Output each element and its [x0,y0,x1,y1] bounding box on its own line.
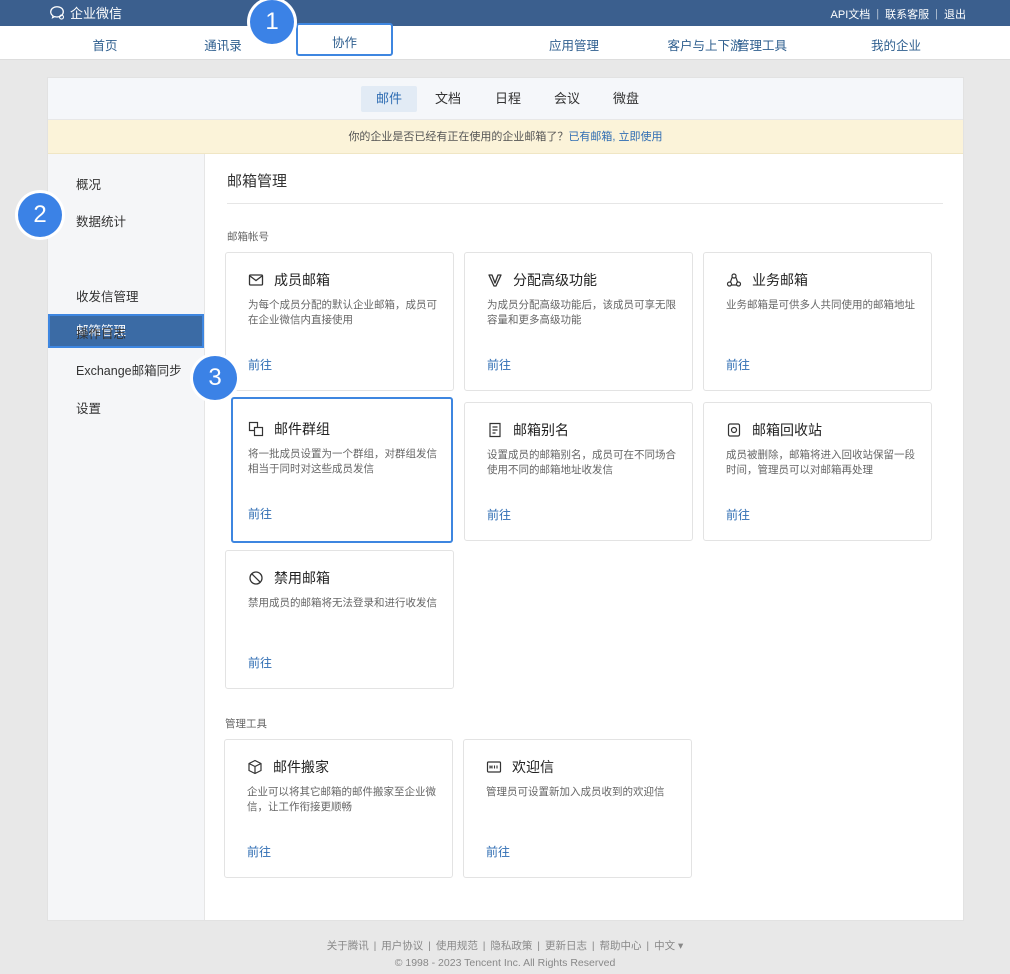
card-mail-alias[interactable]: 邮箱别名 设置成员的邮箱别名，成员可在不同场合使用不同的邮箱地址收发信 前往 [464,402,693,541]
notice-text: 你的企业是否已经有正在使用的企业邮箱了？ [348,131,569,143]
copyright: © 1998 - 2023 Tencent Inc. All Rights Re… [394,957,616,969]
sub-tabs: 邮件 文档 日程 会议 微盘 [48,78,963,120]
card-desc: 禁用成员的邮箱将无法登录和进行收发信 [248,597,437,609]
step-badge-2: 2 [18,193,62,237]
card-desc: 将一批成员设置为一个群组，对群组发信相当于同时对这些成员发信 [248,448,437,475]
nav-my-company[interactable]: 我的企业 [871,35,921,54]
api-docs-link[interactable]: API文档 [831,6,871,22]
contact-support-link[interactable]: 联系客服 [885,6,929,22]
notice-link[interactable]: 已有邮箱, 立即使用 [568,131,662,143]
app-name: 企业微信 [70,6,123,21]
go-link[interactable]: 前往 [726,356,750,373]
envelope-icon [248,274,264,286]
card-title: 禁用邮箱 [274,570,330,586]
card-title: 邮箱回收站 [752,422,822,438]
card-desc: 设置成员的邮箱别名，成员可在不同场合使用不同的邮箱地址收发信 [487,449,676,476]
recycle-icon [726,273,742,287]
main-panel: 邮件 文档 日程 会议 微盘 你的企业是否已经有正在使用的企业邮箱了？已有邮箱,… [47,77,964,921]
section-mgmt-tools: 管理工具 [225,718,267,730]
go-link[interactable]: 前往 [248,654,272,671]
sidebar-item-stats[interactable]: 数据统计 [76,211,126,230]
tab-meeting[interactable]: 会议 [539,86,595,112]
card-business-mailbox[interactable]: 业务邮箱 业务邮箱是可供多人共同使用的邮箱地址 前往 [703,252,932,391]
footer-link-about[interactable]: 关于腾讯 [327,940,369,952]
card-mail-migration[interactable]: 邮件搬家 企业可以将其它邮箱的邮件搬家至企业微信，让工作衔接更顺畅 前往 [224,739,453,878]
go-link[interactable]: 前往 [486,843,510,860]
tab-mail[interactable]: 邮件 [360,86,418,112]
card-desc: 为每个成员分配的默认企业邮箱，成员可在企业微信内直接使用 [248,299,437,326]
sidebar-item-send-receive[interactable]: 收发信管理 [76,286,139,305]
tab-calendar[interactable]: 日程 [480,86,536,112]
footer-link-privacy[interactable]: 隐私政策 [490,940,532,952]
trash-icon [727,423,741,437]
sidebar-item-logs[interactable]: 操作日志 [76,323,126,342]
sidebar-item-settings[interactable]: 设置 [76,398,101,417]
nav-collab-active[interactable]: 协作 [296,23,393,56]
nav-contacts[interactable]: 通讯录 [204,35,242,54]
language-select[interactable]: 中文 ▾ [654,940,683,952]
go-link[interactable]: 前往 [726,506,750,523]
footer-link-rules[interactable]: 使用规范 [436,940,478,952]
app-logo[interactable]: 企业微信 [48,3,122,22]
v-badge-icon [488,274,502,287]
card-title: 邮件搬家 [273,759,329,775]
card-title: 欢迎信 [512,759,554,775]
card-disable-mailbox[interactable]: 禁用邮箱 禁用成员的邮箱将无法登录和进行收发信 前往 [225,550,454,689]
card-mail-group[interactable]: 邮件群组 将一批成员设置为一个群组，对群组发信相当于同时对这些成员发信 前往 [231,397,453,543]
nav-collab-label: 协作 [331,36,358,50]
card-title: 成员邮箱 [274,272,330,288]
alias-icon [489,422,501,438]
main-nav: 首页 通讯录 应用管理 客户与上下游 管理工具 我的企业 [0,26,1010,60]
mailbox-notice: 你的企业是否已经有正在使用的企业邮箱了？已有邮箱, 立即使用 [48,120,963,154]
card-desc: 为成员分配高级功能后，该成员可享无限容量和更多高级功能 [487,299,676,326]
sidebar-item-overview[interactable]: 概况 [76,174,101,193]
card-member-mailbox[interactable]: 成员邮箱 为每个成员分配的默认企业邮箱，成员可在企业微信内直接使用 前往 [225,252,454,391]
logout-link[interactable]: 退出 [944,6,966,22]
nav-apps[interactable]: 应用管理 [549,35,599,54]
section-mail-accounts: 邮箱帐号 [227,231,269,243]
tab-drive[interactable]: 微盘 [598,86,654,112]
card-desc: 业务邮箱是可供多人共同使用的邮箱地址 [726,299,915,311]
top-bar: 企业微信 API文档 | 联系客服 | 退出 [0,0,1010,26]
card-title: 分配高级功能 [513,272,597,288]
nav-tools[interactable]: 管理工具 [737,35,787,54]
step-badge-3: 3 [193,356,237,400]
welcome-icon [486,761,502,773]
go-link[interactable]: 前往 [487,356,511,373]
go-link[interactable]: 前往 [248,356,272,373]
footer-link-agreement[interactable]: 用户协议 [381,940,423,952]
card-recycle-bin[interactable]: 邮箱回收站 成员被删除，邮箱将进入回收站保留一段时间，管理员可以对邮箱再处理 前… [703,402,932,541]
tab-docs[interactable]: 文档 [420,86,476,112]
card-desc: 成员被删除，邮箱将进入回收站保留一段时间，管理员可以对邮箱再处理 [726,449,915,476]
sidebar-item-exchange[interactable]: Exchange邮箱同步 [76,360,182,379]
step-badge-1: 1 [250,0,294,44]
card-title: 邮箱别名 [513,422,569,438]
box-icon [248,759,262,775]
footer-link-changelog[interactable]: 更新日志 [545,940,587,952]
card-welcome-letter[interactable]: 欢迎信 管理员可设置新加入成员收到的欢迎信 前往 [463,739,692,878]
card-title: 邮件群组 [274,421,330,437]
footer: 关于腾讯 | 用户协议 | 使用规范 | 隐私政策 | 更新日志 | 帮助中心 … [0,938,1010,969]
title-divider [227,203,943,204]
card-desc: 管理员可设置新加入成员收到的欢迎信 [486,786,665,798]
go-link[interactable]: 前往 [247,843,271,860]
card-title: 业务邮箱 [752,272,808,288]
group-icon [248,421,264,437]
footer-link-help[interactable]: 帮助中心 [600,940,642,952]
card-desc: 企业可以将其它邮箱的邮件搬家至企业微信，让工作衔接更顺畅 [247,786,436,813]
nav-clients[interactable]: 客户与上下游 [667,35,742,54]
go-link[interactable]: 前往 [487,506,511,523]
ban-icon [249,571,263,585]
wecom-logo-icon [50,5,65,20]
nav-home[interactable]: 首页 [92,35,117,54]
go-link[interactable]: 前往 [248,505,272,522]
card-advanced-features[interactable]: 分配高级功能 为成员分配高级功能后，该成员可享无限容量和更多高级功能 前往 [464,252,693,391]
page-title: 邮箱管理 [227,173,288,190]
sidebar: 概况 数据统计 邮箱管理 收发信管理 操作日志 Exchange邮箱同步 设置 [48,154,205,920]
